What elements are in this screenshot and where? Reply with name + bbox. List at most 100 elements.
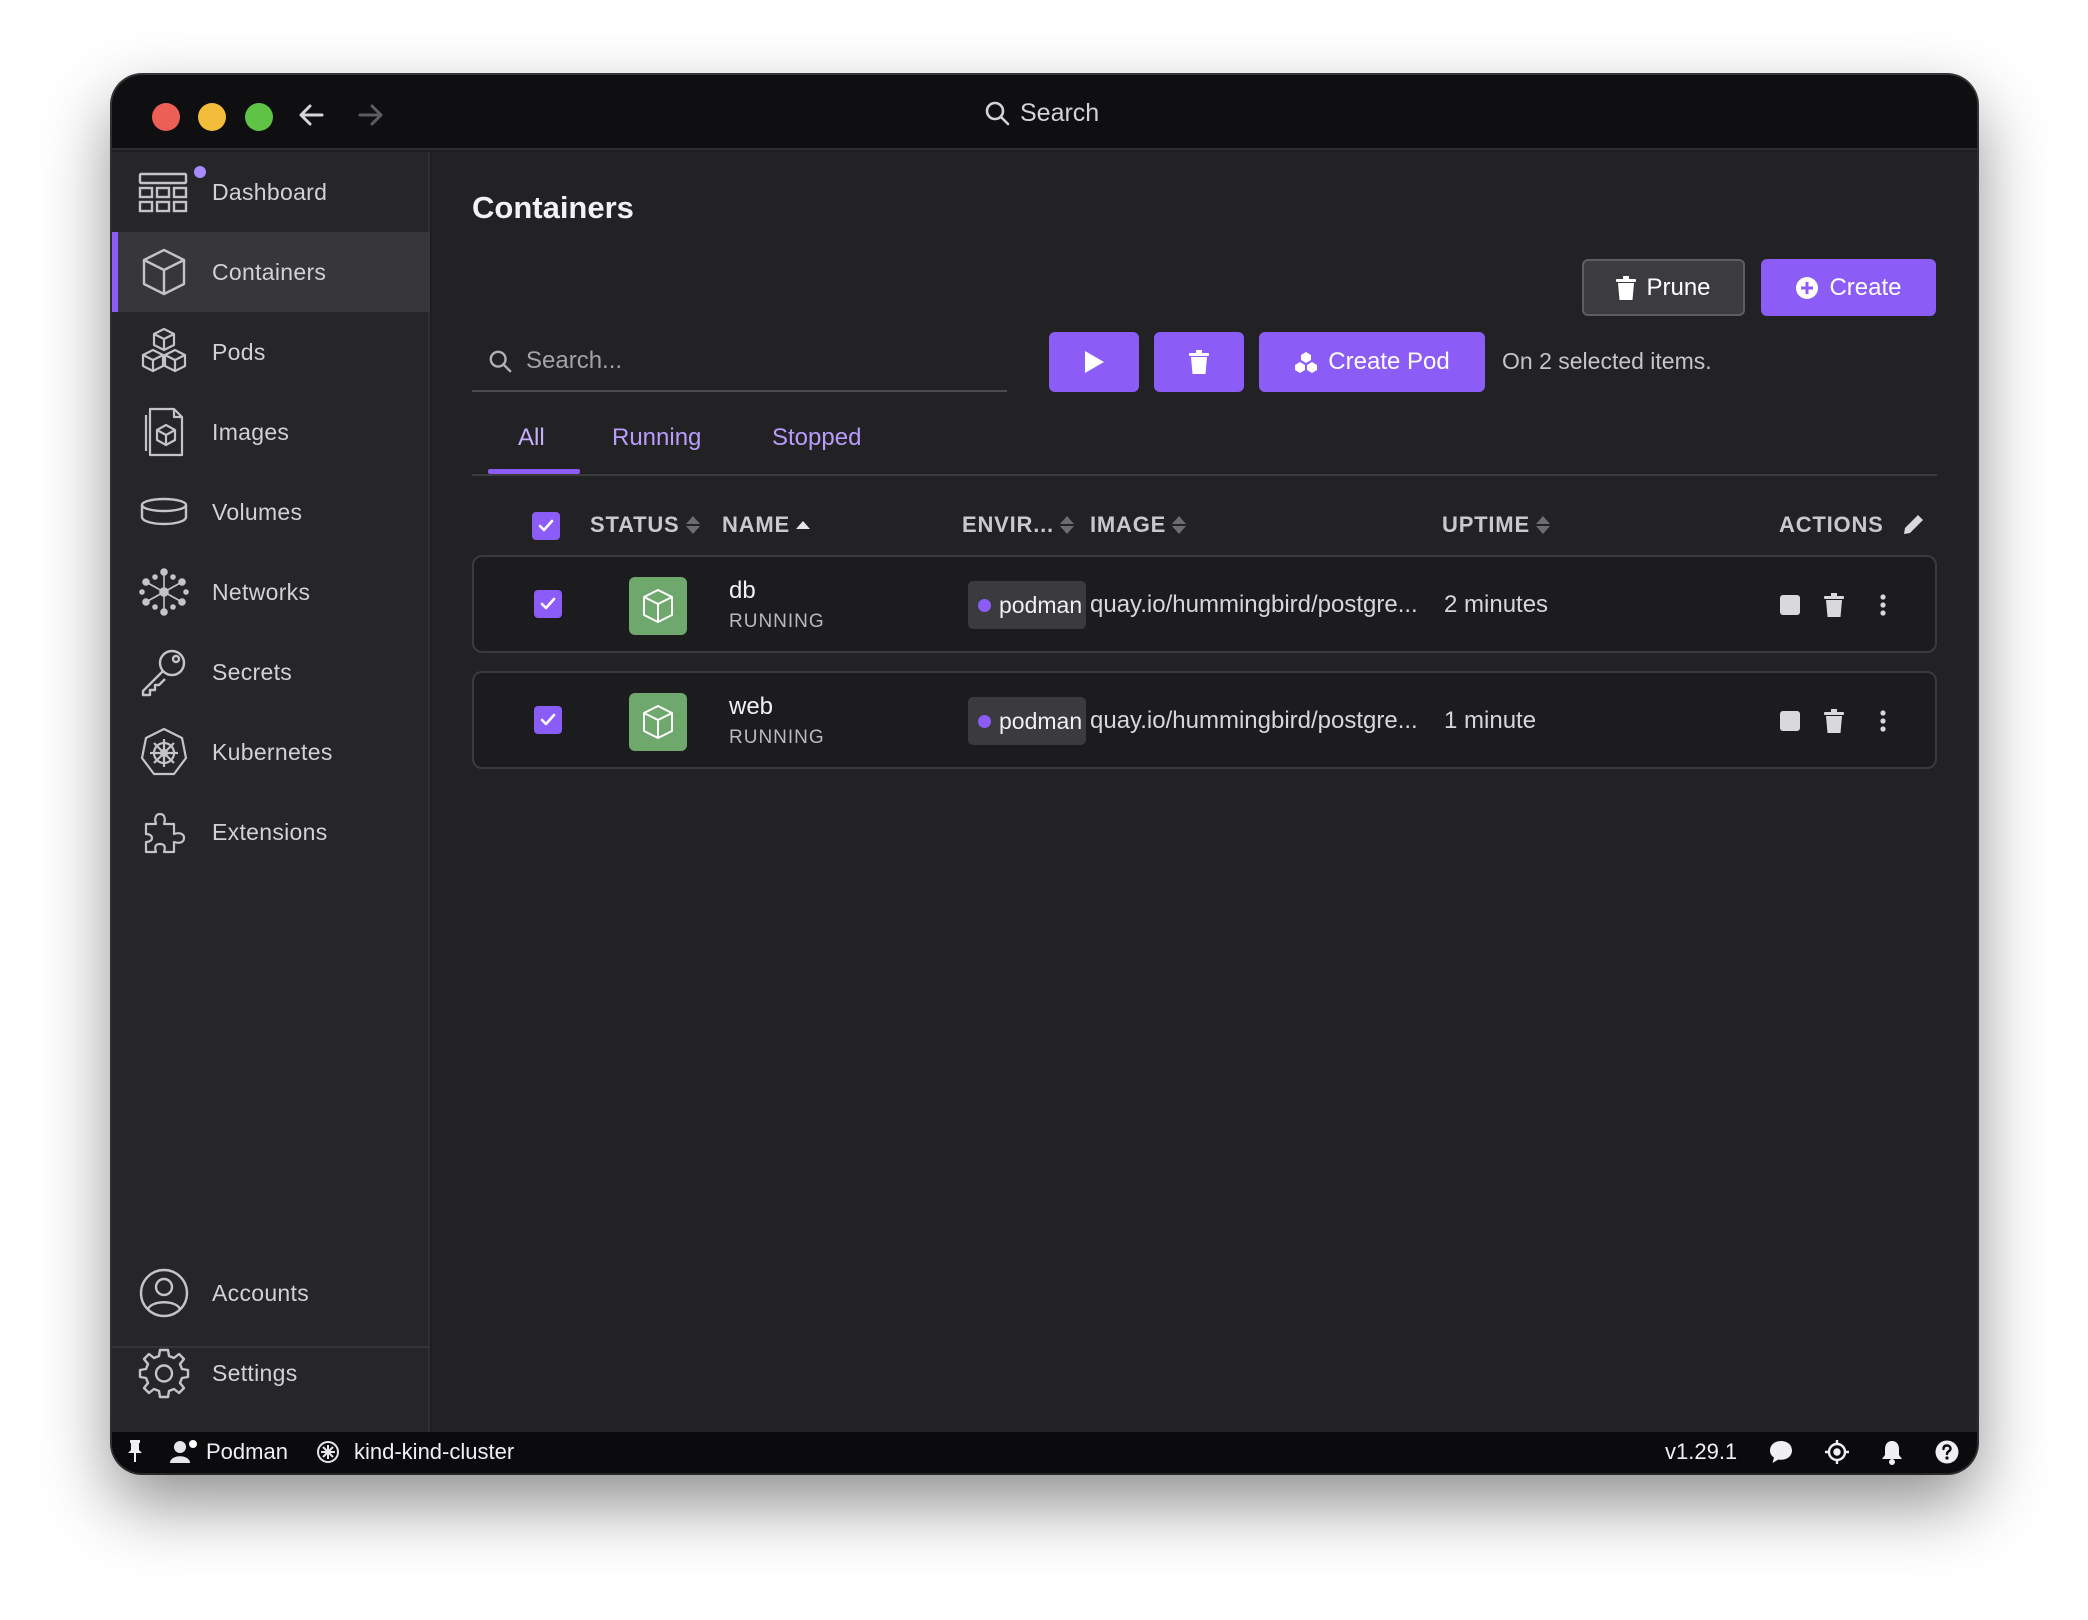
table-row[interactable]: db RUNNING podman quay.io/hummingbird/po… [472,555,1937,653]
container-icon [138,246,190,298]
sidebar-item-label: Settings [212,1359,298,1386]
start-selected-button[interactable] [1049,332,1139,392]
sidebar-item-dashboard[interactable]: Dashboard [112,152,430,232]
version-text: v1.29.1 [1665,1439,1738,1464]
sidebar-item-settings[interactable]: Settings [112,1333,430,1413]
select-all-checkbox[interactable] [532,512,560,540]
help-icon[interactable] [1934,1439,1960,1465]
search-icon [489,350,512,373]
create-button[interactable]: Create [1761,259,1936,316]
tab-stopped[interactable]: Stopped [772,424,861,452]
sidebar-item-volumes[interactable]: Volumes [112,472,430,552]
sort-icon [685,516,700,534]
kubernetes-context[interactable]: kind-kind-cluster [316,1439,514,1465]
images-icon [138,406,190,458]
cluster-label: kind-kind-cluster [354,1439,515,1464]
delete-button[interactable] [1818,705,1850,737]
container-name[interactable]: db [729,577,756,605]
container-name[interactable]: web [729,693,773,721]
column-image-label: IMAGE [1090,512,1167,537]
active-tab-indicator [488,469,580,474]
sidebar-item-label: Pods [212,338,266,365]
sidebar-item-images[interactable]: Images [112,392,430,472]
column-status-label: STATUS [590,512,680,537]
kubernetes-icon [317,1441,339,1463]
environment-badge: podman [968,581,1086,629]
search-input[interactable]: Search... [472,332,1007,392]
stop-button[interactable] [1774,705,1806,737]
container-status-icon [629,577,687,635]
bell-icon[interactable] [1880,1439,1904,1465]
volumes-icon [138,486,190,538]
kubernetes-icon [138,726,190,778]
delete-button[interactable] [1818,589,1850,621]
networks-icon [138,566,190,618]
pencil-icon[interactable] [1900,512,1926,538]
sidebar-item-kubernetes[interactable]: Kubernetes [112,712,430,792]
column-actions-label: ACTIONS [1779,512,1884,537]
pin-icon[interactable] [126,1439,144,1463]
pods-icon [138,326,190,378]
prune-button-label: Prune [1646,273,1711,301]
sidebar-item-pods[interactable]: Pods [112,312,430,392]
engine-label: Podman [206,1439,288,1464]
stop-button[interactable] [1774,589,1806,621]
pod-icon [1295,352,1318,373]
environment-label: podman [999,707,1083,734]
more-vertical-icon [1880,594,1886,616]
container-image: quay.io/hummingbird/postgre... [1090,591,1418,618]
environment-dot-icon [978,714,991,728]
prune-button[interactable]: Prune [1582,259,1745,316]
sidebar-item-label: Volumes [212,498,303,525]
troubleshoot-icon[interactable] [1824,1439,1850,1465]
row-checkbox[interactable] [534,590,562,618]
status-bar: Podman kind-kind-cluster v1.29.1 [112,1432,1977,1473]
sidebar-item-secrets[interactable]: Secrets [112,632,430,712]
minimize-window-button[interactable] [198,103,226,131]
column-environment[interactable]: ENVIR... [962,512,1074,538]
column-name[interactable]: NAME [722,512,810,538]
close-window-button[interactable] [152,103,180,131]
delete-selected-button[interactable] [1154,332,1244,392]
sidebar-item-networks[interactable]: Networks [112,552,430,632]
column-status[interactable]: STATUS [590,512,700,538]
back-arrow-icon[interactable] [292,95,332,135]
create-pod-button[interactable]: Create Pod [1259,332,1485,392]
tab-running[interactable]: Running [612,424,701,452]
global-search[interactable]: Search [984,93,1099,133]
feedback-icon[interactable] [1768,1439,1794,1465]
kebab-menu-button[interactable] [1867,705,1899,737]
environment-dot-icon [978,598,991,612]
selection-status: On 2 selected items. [1502,348,1712,374]
podman-engine-status[interactable]: Podman [168,1439,288,1465]
check-icon [538,519,554,532]
maximize-window-button[interactable] [245,103,273,131]
column-name-label: NAME [722,512,790,537]
stop-icon [1780,711,1800,731]
sidebar-item-accounts[interactable]: Accounts [112,1253,430,1333]
check-icon [540,597,556,610]
row-checkbox[interactable] [534,706,562,734]
tab-all[interactable]: All [518,424,545,452]
column-uptime[interactable]: UPTIME [1442,512,1550,538]
sidebar-item-label: Accounts [212,1279,310,1306]
kebab-menu-button[interactable] [1867,589,1899,621]
sidebar-item-label: Networks [212,578,311,605]
container-uptime: 1 minute [1444,707,1537,734]
trash-icon [1616,275,1637,300]
search-icon [985,101,1010,126]
trash-icon [1824,593,1844,617]
forward-arrow-icon[interactable] [350,95,390,135]
container-image: quay.io/hummingbird/postgre... [1090,707,1418,734]
sidebar-item-extensions[interactable]: Extensions [112,792,430,872]
main-content: Containers Prune Create Search... Create… [432,152,1977,1432]
sort-icon [1535,516,1550,534]
column-image[interactable]: IMAGE [1090,512,1187,538]
container-uptime: 2 minutes [1444,591,1549,618]
sidebar-item-containers[interactable]: Containers [112,232,430,312]
table-header: STATUS NAME ENVIR... IMAGE UPTIME ACTION… [472,500,1937,550]
gear-icon [138,1347,190,1399]
trash-icon [1189,350,1209,374]
table-row[interactable]: web RUNNING podman quay.io/hummingbird/p… [472,671,1937,769]
trash-icon [1824,709,1844,733]
